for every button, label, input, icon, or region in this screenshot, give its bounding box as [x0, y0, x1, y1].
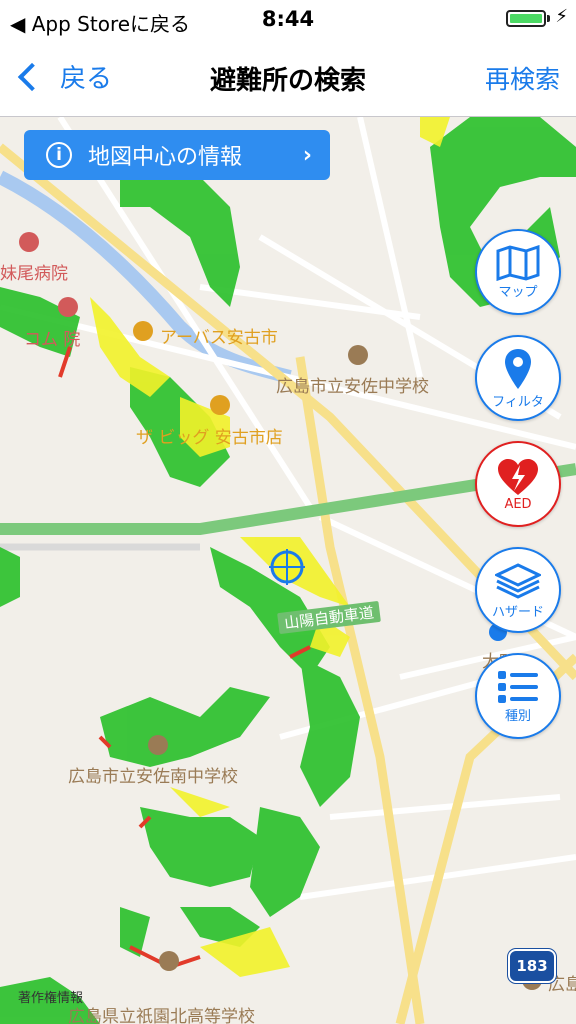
aed-heart-icon	[498, 458, 538, 495]
map-label-hospital-2: コム 院	[24, 330, 81, 350]
layers-icon	[495, 562, 541, 599]
map-button[interactable]: マップ	[475, 229, 561, 315]
route-shield: 183	[507, 948, 557, 984]
kind-button[interactable]: 種別	[475, 653, 561, 739]
navigation-bar: 戻る 避難所の検索 再検索	[0, 40, 576, 117]
map-label-school-3: 広島県立祇園北高等学校	[68, 1007, 255, 1024]
battery-full-icon	[506, 10, 546, 27]
chevron-right-icon: ›	[302, 142, 312, 168]
charging-icon: ⚡	[555, 6, 568, 27]
map-button-label: マップ	[498, 284, 538, 300]
map-center-info-button[interactable]: i 地図中心の情報 ›	[24, 130, 330, 180]
map-center-info-label: 地図中心の情報	[88, 145, 243, 170]
battery-tip	[547, 15, 550, 22]
hazard-button[interactable]: ハザード	[475, 547, 561, 633]
map-label-school-1: 広島市立安佐中学校	[276, 377, 429, 397]
research-button[interactable]: 再検索	[485, 60, 560, 96]
list-icon	[498, 670, 538, 703]
hazard-button-label: ハザード	[491, 604, 544, 620]
kind-button-label: 種別	[504, 708, 531, 724]
map-label-school-2: 広島市立安佐南中学校	[68, 767, 238, 787]
map-label-hospital-1: 妹尾病院	[0, 264, 68, 284]
pin-icon	[505, 348, 531, 389]
status-bar: ◀ App Storeに戻る 8:44 ⚡	[0, 0, 576, 40]
map-icon	[496, 244, 540, 281]
aed-button[interactable]: AED	[475, 441, 561, 527]
map-label-store: ザ ビッグ 安古市店	[136, 428, 283, 448]
filter-button-label: フィルタ	[492, 394, 544, 410]
aed-button-label: AED	[504, 496, 532, 512]
map-label-aeon: アーバス安古市	[160, 328, 278, 348]
filter-button[interactable]: フィルタ	[475, 335, 561, 421]
info-icon: i	[46, 142, 72, 168]
status-time: 8:44	[261, 7, 315, 31]
